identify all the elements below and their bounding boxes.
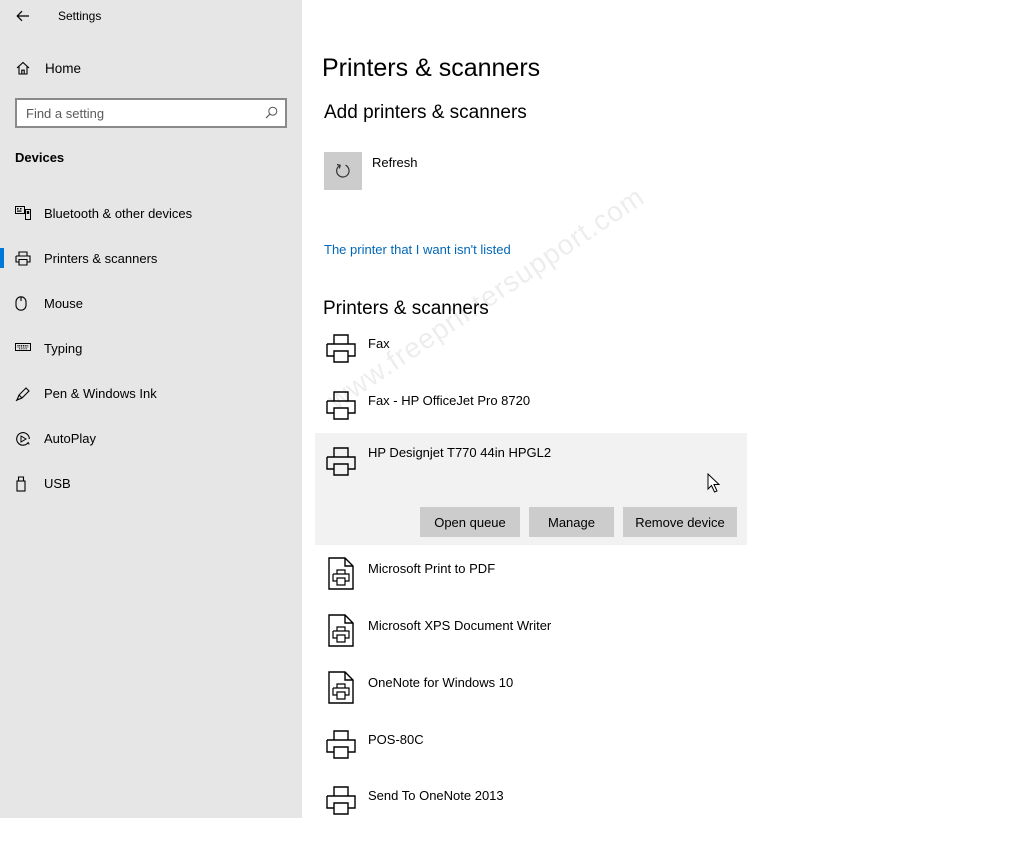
back-arrow-icon [16, 10, 29, 22]
settings-sidebar: Settings Home Devices Bluetooth & other … [0, 0, 302, 818]
device-name: Fax [368, 336, 390, 351]
title-bar: Settings [0, 0, 302, 32]
bluetooth-devices-icon [15, 206, 31, 220]
sidebar-item-label: AutoPlay [44, 431, 97, 446]
main-content: Printers & scanners Add printers & scann… [302, 0, 1024, 818]
device-name: Fax - HP OfficeJet Pro 8720 [368, 393, 531, 408]
device-name: HP Designjet T770 44in HPGL2 [368, 445, 552, 460]
refresh-icon [336, 163, 350, 178]
app-title: Settings [58, 9, 102, 23]
usb-icon [16, 476, 26, 492]
printers-list-heading: Printers & scanners [323, 298, 489, 319]
mouse-icon [15, 296, 27, 311]
add-printers-heading: Add printers & scanners [324, 102, 527, 123]
keyboard-icon [15, 343, 31, 351]
section-heading-devices: Devices [15, 150, 65, 165]
home-icon [16, 61, 30, 75]
device-item-pos-80c[interactable]: POS-80C [315, 728, 747, 785]
device-name: OneNote for Windows 10 [368, 675, 514, 690]
device-name: Send To OneNote 2013 [368, 788, 504, 803]
sidebar-item-label: Printers & scanners [44, 251, 158, 266]
sidebar-item-label: Mouse [44, 296, 84, 311]
sidebar-item-label: Home [45, 61, 82, 76]
refresh-button[interactable] [324, 152, 362, 190]
sidebar-item-label: Pen & Windows Ink [44, 386, 157, 401]
search-input[interactable] [17, 100, 256, 126]
active-indicator [0, 248, 4, 268]
sidebar-item-typing[interactable]: Typing [0, 333, 302, 363]
document-printer-icon [328, 614, 354, 647]
device-item-onenote-win10[interactable]: OneNote for Windows 10 [315, 671, 747, 728]
document-printer-icon [328, 557, 354, 590]
refresh-label: Refresh [372, 155, 418, 170]
printer-icon [326, 334, 356, 363]
printer-icon [15, 251, 31, 266]
printer-not-listed-link[interactable]: The printer that I want isn't listed [324, 242, 511, 257]
sidebar-item-label: USB [44, 476, 71, 491]
device-item-fax[interactable]: Fax [315, 332, 747, 389]
search-box[interactable] [15, 98, 287, 128]
sidebar-item-mouse[interactable]: Mouse [0, 288, 302, 318]
sidebar-item-usb[interactable]: USB [0, 468, 302, 498]
device-item-xps-writer[interactable]: Microsoft XPS Document Writer [315, 614, 747, 671]
search-icon[interactable] [265, 106, 278, 119]
printer-icon [326, 391, 356, 420]
page-title: Printers & scanners [322, 54, 541, 82]
device-item-print-to-pdf[interactable]: Microsoft Print to PDF [315, 557, 747, 614]
device-name: Microsoft Print to PDF [368, 561, 496, 576]
printer-icon [326, 730, 356, 759]
device-item-hp-designjet[interactable]: HP Designjet T770 44in HPGL2 Open queue … [315, 433, 747, 545]
sidebar-item-home[interactable]: Home [0, 56, 302, 82]
sidebar-item-label: Bluetooth & other devices [44, 206, 193, 221]
sidebar-item-autoplay[interactable]: AutoPlay [0, 423, 302, 453]
document-printer-icon [328, 671, 354, 704]
printer-icon [326, 786, 356, 815]
back-button[interactable] [12, 6, 34, 26]
sidebar-item-label: Typing [44, 341, 83, 356]
manage-button[interactable]: Manage [529, 507, 614, 537]
device-item-send-to-onenote[interactable]: Send To OneNote 2013 [315, 784, 747, 841]
autoplay-icon [16, 432, 30, 446]
pen-icon [15, 387, 30, 402]
device-name: Microsoft XPS Document Writer [368, 618, 552, 633]
sidebar-item-pen[interactable]: Pen & Windows Ink [0, 378, 302, 408]
printer-icon [326, 447, 356, 476]
mouse-cursor-icon [707, 473, 721, 493]
sidebar-item-printers-scanners[interactable]: Printers & scanners [0, 243, 302, 273]
open-queue-button[interactable]: Open queue [420, 507, 520, 537]
remove-device-button[interactable]: Remove device [623, 507, 737, 537]
device-name: POS-80C [368, 732, 424, 747]
sidebar-item-bluetooth[interactable]: Bluetooth & other devices [0, 198, 302, 228]
